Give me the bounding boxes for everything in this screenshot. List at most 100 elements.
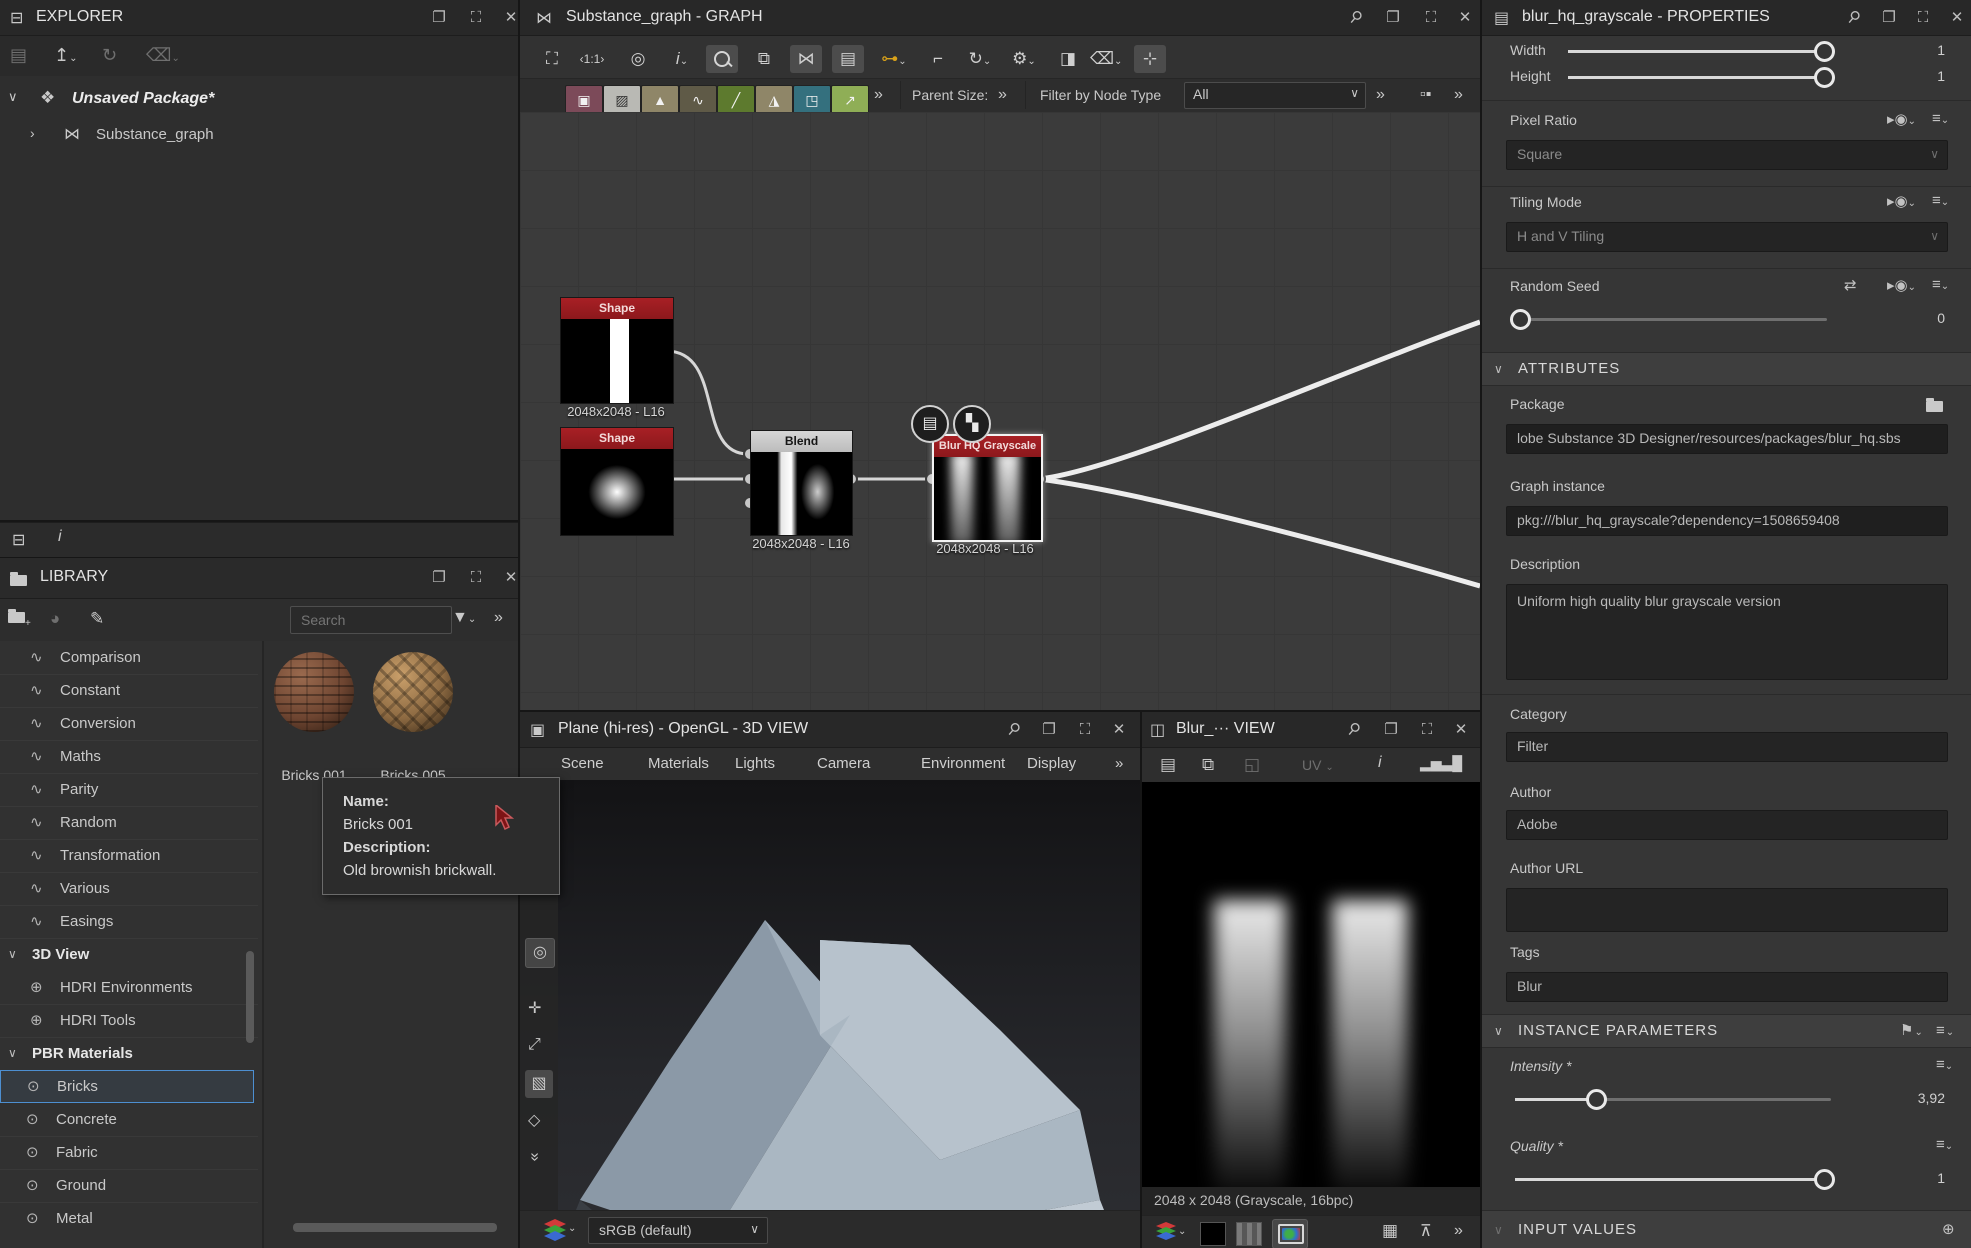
category-input[interactable]: Filter — [1506, 732, 1948, 762]
view2d-viewport[interactable] — [1142, 782, 1480, 1187]
maximize-icon[interactable]: ⛶ — [1072, 719, 1098, 741]
colorspace-select[interactable]: sRGB (default) ∨ — [588, 1217, 768, 1244]
more-chevrons-icon[interactable]: » — [1454, 1222, 1463, 1240]
width-slider[interactable] — [1568, 50, 1835, 53]
maximize-icon[interactable]: ⛶ — [1414, 719, 1440, 741]
close-icon[interactable]: ✕ — [1944, 7, 1970, 29]
more-chevrons-icon[interactable]: » — [1115, 748, 1123, 780]
close-icon[interactable]: ✕ — [1448, 719, 1474, 741]
copy-icon[interactable]: ⧉ — [1202, 755, 1214, 775]
export-icon[interactable]: ↥⌄ — [54, 45, 77, 66]
display-filter-button[interactable] — [1272, 1219, 1308, 1248]
horizontal-scrollbar[interactable] — [293, 1223, 497, 1232]
menu-environment[interactable]: Environment — [921, 748, 1005, 780]
shape-node-1[interactable]: Shape — [560, 297, 674, 404]
maximize-icon[interactable]: ⛶ — [1910, 7, 1936, 29]
pin-icon[interactable]: ⚲ — [1336, 713, 1370, 747]
graph-view-icon[interactable]: ⋈ — [790, 45, 822, 73]
tree-tab-icon[interactable]: ⊟ — [12, 530, 25, 550]
options-menu-icon[interactable]: ≡⌄ — [1936, 1056, 1953, 1073]
info-icon[interactable]: i⌄ — [666, 45, 698, 73]
random-seed-slider[interactable] — [1517, 318, 1827, 321]
library-item-hdri-environments[interactable]: ⊕HDRI Environments — [0, 971, 258, 1005]
library-item-metal[interactable]: ⊙Metal — [0, 1202, 258, 1235]
instance-parameters-section-header[interactable]: ∨ INSTANCE PARAMETERS ⚑⌄ ≡⌄ — [1482, 1014, 1971, 1048]
search-icon[interactable] — [706, 45, 738, 73]
pin-icon[interactable]: ⚲ — [1338, 1, 1372, 35]
maximize-icon[interactable]: ⛶ — [463, 7, 489, 29]
filter-funnel-icon[interactable]: ▼⌄ — [452, 609, 476, 627]
library-category[interactable]: ∿Conversion — [0, 707, 258, 741]
save-icon[interactable]: ▤ — [1160, 755, 1176, 775]
tiling-figure-icon[interactable]: ⊼ — [1420, 1221, 1432, 1241]
grid-icon[interactable]: ▦ — [1382, 1221, 1398, 1241]
search-input[interactable] — [290, 606, 452, 634]
snap-grid-icon[interactable]: ⊹ — [1134, 45, 1166, 73]
more-chevrons-icon[interactable]: » — [874, 86, 883, 104]
pin-icon[interactable]: ⚲ — [1836, 1, 1870, 35]
maximize-icon[interactable]: ⛶ — [463, 567, 489, 589]
height-value[interactable]: 1 — [1885, 68, 1945, 84]
author-input[interactable]: Adobe — [1506, 810, 1948, 840]
blend-node[interactable]: Blend — [750, 430, 853, 536]
more-chevrons-icon[interactable]: » — [1454, 86, 1463, 104]
menu-camera[interactable]: Camera — [817, 748, 870, 780]
height-slider[interactable] — [1568, 76, 1835, 79]
expose-function-icon[interactable]: ▸◉⌄ — [1887, 276, 1916, 294]
layers-color-icon[interactable] — [544, 1219, 566, 1241]
input-values-section-header[interactable]: ∨ INPUT VALUES ⊕ — [1482, 1210, 1971, 1248]
blur-hq-grayscale-node[interactable]: Blur HQ Grayscale — [932, 434, 1043, 542]
view3d-viewport[interactable]: ◎ ✛ ⤢ ▧ ◇ » — [520, 780, 1140, 1210]
edit-pencil-icon[interactable]: ✎ — [90, 609, 104, 629]
scale-cube-icon[interactable]: ▧ — [525, 1070, 553, 1098]
intensity-value[interactable]: 3,92 — [1885, 1090, 1945, 1106]
tags-input[interactable]: Blur — [1506, 972, 1948, 1002]
histogram-icon[interactable]: ▂▅▃█ — [1420, 755, 1462, 772]
bookmark-preset-icon[interactable]: ⚑⌄ — [1900, 1015, 1924, 1049]
node-pair-icon[interactable]: ▫▪ — [1420, 86, 1431, 104]
library-category[interactable]: ∿Easings — [0, 905, 258, 939]
more-chevrons-icon[interactable]: » — [1376, 86, 1385, 104]
uv-toggle[interactable]: UV ⌄ — [1302, 757, 1334, 773]
library-category[interactable]: ∿Various — [0, 872, 258, 906]
filter-node-type-select[interactable]: All ∨ — [1184, 82, 1366, 109]
zoom-1-1-icon[interactable]: ‹1:1› — [576, 45, 608, 73]
clean-broom-icon[interactable]: ⌫⌄ — [1090, 45, 1122, 73]
quality-value[interactable]: 1 — [1885, 1170, 1945, 1186]
float-icon[interactable]: ❐ — [1380, 7, 1406, 29]
options-menu-icon[interactable]: ≡⌄ — [1936, 1136, 1953, 1153]
reload-icon[interactable]: ↻ — [102, 45, 117, 66]
clean-icon[interactable]: ⌫⌄ — [146, 45, 180, 66]
transform-image-icon[interactable]: ◱ — [1244, 755, 1260, 775]
float-icon[interactable]: ❐ — [426, 7, 452, 29]
layers-color-icon[interactable] — [1156, 1222, 1176, 1242]
info-tab-icon[interactable]: i — [58, 528, 62, 546]
attributes-section-header[interactable]: ∨ ATTRIBUTES — [1482, 352, 1971, 386]
node-shortcut-bitmap[interactable]: ▨ — [603, 85, 641, 115]
vertical-scrollbar[interactable] — [246, 951, 254, 1043]
chevron-down-icon[interactable]: ∨ — [8, 89, 18, 105]
fit-view-icon[interactable]: ⛶ — [536, 45, 568, 73]
float-icon[interactable]: ❐ — [426, 567, 452, 589]
node-shortcut-levels[interactable]: ╱ — [717, 85, 755, 115]
shape-node-2[interactable]: Shape — [560, 427, 674, 536]
library-section-3d-view[interactable]: ∨3D View — [0, 938, 258, 971]
maximize-icon[interactable]: ⛶ — [1418, 7, 1444, 29]
pin-icon[interactable]: ⚲ — [996, 713, 1030, 747]
package-row[interactable]: ∨ ❖ Unsaved Package* — [0, 86, 518, 116]
menu-display[interactable]: Display — [1027, 748, 1076, 780]
expose-function-icon[interactable]: ▸◉⌄ — [1887, 192, 1916, 210]
node-shortcut-blur[interactable]: ▲ — [641, 85, 679, 115]
options-menu-icon[interactable]: ≡⌄ — [1932, 276, 1949, 293]
quality-slider[interactable] — [1515, 1178, 1831, 1181]
expose-function-icon[interactable]: ▸◉⌄ — [1887, 110, 1916, 128]
tiling-mode-select[interactable]: H and V Tiling ∨ — [1506, 222, 1948, 252]
close-icon[interactable]: ✕ — [1106, 719, 1132, 741]
graph-instance-input[interactable]: pkg:///blur_hq_grayscale?dependency=1508… — [1506, 506, 1948, 536]
library-section-pbr-materials[interactable]: ∨PBR Materials — [0, 1037, 258, 1070]
background-grey-swatch[interactable] — [1236, 1222, 1262, 1246]
library-category[interactable]: ∿Comparison — [0, 641, 258, 675]
new-folder-icon[interactable]: + — [8, 609, 31, 627]
library-category[interactable]: ∿Random — [0, 806, 258, 840]
link-style-icon[interactable]: ⊶⌄ — [878, 45, 910, 73]
